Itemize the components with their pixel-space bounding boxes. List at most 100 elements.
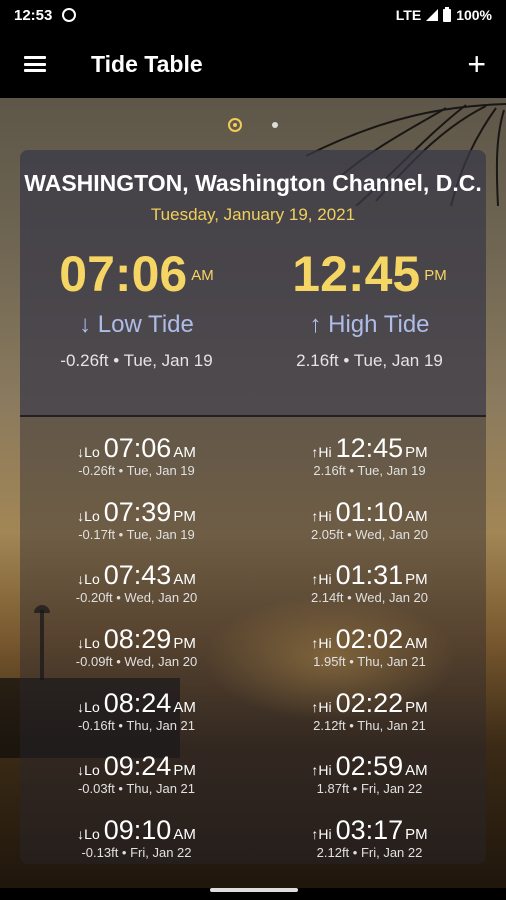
high-tide-entry: ↑Hi 02:02 AM 1.95ft • Thu, Jan 21 bbox=[253, 624, 486, 688]
low-tide-time-display: 07:06 AM bbox=[20, 247, 253, 301]
page-indicator bbox=[0, 118, 506, 132]
tide-ampm: PM bbox=[405, 698, 428, 716]
tide-row: ↓Lo 07:43 AM -0.20ft • Wed, Jan 20 ↑Hi 01:3… bbox=[20, 560, 486, 624]
tide-time: 08:24 bbox=[103, 687, 172, 718]
low-tide-detail: -0.26ft • Tue, Jan 19 bbox=[60, 351, 213, 370]
status-indicators: LTE 100% bbox=[395, 6, 492, 23]
low-tide-entry: ↓Lo 07:06 AM -0.26ft • Tue, Jan 19 bbox=[20, 433, 253, 497]
tide-ampm: AM bbox=[173, 444, 196, 461]
tide-detail: 2.05ft • Wed, Jan 20 bbox=[310, 526, 429, 542]
high-tide-entry: ↑Hi 01:10 AM 2.05ft • Wed, Jan 20 bbox=[253, 497, 486, 561]
tide-time: 02:02 bbox=[335, 624, 404, 655]
card-header: WASHINGTON, Washington Channel, D.C. Tue… bbox=[20, 150, 486, 417]
tide-ampm: AM bbox=[173, 698, 196, 716]
tide-row: ↓Lo 07:06 AM -0.26ft • Tue, Jan 19 ↑Hi 12:4… bbox=[20, 433, 486, 497]
tide-kind: ↑Hi bbox=[311, 571, 332, 588]
high-tide-detail: 2.16ft • Tue, Jan 19 bbox=[296, 351, 443, 370]
network-label: LTE bbox=[395, 7, 422, 23]
tide-time: 03:17 bbox=[335, 815, 404, 846]
tide-ampm: AM bbox=[173, 826, 196, 844]
high-tide-entry: ↑Hi 02:59 AM 1.87ft • Fri, Jan 22 bbox=[253, 751, 486, 815]
tide-kind: ↓Lo bbox=[77, 826, 100, 843]
sync-icon bbox=[62, 8, 77, 22]
tide-row: ↓Lo 08:29 PM -0.09ft • Wed, Jan 20 ↑Hi 02:0… bbox=[20, 624, 486, 688]
tide-kind: ↓Lo bbox=[77, 762, 100, 779]
tide-kind: ↑Hi bbox=[311, 635, 332, 652]
high-tide-label: ↑ High Tide bbox=[309, 311, 430, 338]
tide-kind: ↓Lo bbox=[77, 507, 100, 524]
tide-time: 01:31 bbox=[335, 560, 404, 591]
tide-time: 01:10 bbox=[335, 496, 404, 527]
tide-ampm: PM bbox=[405, 444, 428, 461]
tide-detail: 2.12ft • Fri, Jan 22 bbox=[316, 845, 423, 861]
tide-time: 12:45 bbox=[335, 433, 404, 463]
tide-time: 07:39 bbox=[103, 496, 172, 527]
tide-detail: -0.03ft • Thu, Jan 21 bbox=[77, 781, 196, 797]
tide-ampm: PM bbox=[405, 571, 428, 589]
page-dot[interactable] bbox=[272, 122, 278, 128]
current-tides: 07:06 AM ↓ Low Tide -0.26ft • Tue, Jan 19… bbox=[20, 247, 486, 371]
tide-time: 02:59 bbox=[335, 751, 404, 782]
signal-icon bbox=[426, 9, 439, 21]
tide-ampm: AM bbox=[173, 571, 196, 589]
current-date: Tuesday, January 19, 2021 bbox=[150, 205, 356, 224]
status-bar: 12:53 LTE 100% bbox=[0, 0, 506, 30]
tide-kind: ↑Hi bbox=[311, 444, 332, 460]
app-title: Tide Table bbox=[91, 50, 203, 77]
tide-detail: 1.87ft • Fri, Jan 22 bbox=[316, 781, 423, 797]
tide-kind: ↓Lo bbox=[77, 444, 100, 460]
tide-row: ↓Lo 07:39 PM -0.17ft • Tue, Jan 19 ↑Hi 01:1… bbox=[20, 497, 486, 561]
current-low-tide: 07:06 AM ↓ Low Tide -0.26ft • Tue, Jan 19 bbox=[20, 247, 253, 371]
tide-kind: ↑Hi bbox=[311, 507, 332, 524]
tide-kind: ↓Lo bbox=[77, 635, 100, 652]
tide-row: ↓Lo 08:24 AM -0.16ft • Thu, Jan 21 ↑Hi 02:2… bbox=[20, 688, 486, 752]
add-icon[interactable]: + bbox=[467, 48, 486, 80]
tide-ampm: AM bbox=[405, 635, 428, 653]
location-icon[interactable] bbox=[228, 118, 242, 132]
tide-ampm: PM bbox=[173, 762, 196, 780]
tide-time: 07:06 bbox=[103, 433, 172, 463]
tide-detail: 2.16ft • Tue, Jan 19 bbox=[313, 463, 426, 478]
tide-kind: ↑Hi bbox=[311, 826, 332, 843]
tide-detail: -0.16ft • Thu, Jan 21 bbox=[77, 717, 196, 733]
app-bar: Tide Table + bbox=[0, 30, 506, 98]
battery-level: 100% bbox=[456, 7, 492, 23]
high-tide-entry: ↑Hi 02:22 PM 2.12ft • Thu, Jan 21 bbox=[253, 688, 486, 752]
menu-icon[interactable] bbox=[24, 56, 46, 72]
high-tide-entry: ↑Hi 12:45 PM 2.16ft • Tue, Jan 19 bbox=[253, 433, 486, 497]
tide-kind: ↓Lo bbox=[77, 698, 100, 715]
low-tide-entry: ↓Lo 07:43 AM -0.20ft • Wed, Jan 20 bbox=[20, 560, 253, 624]
tide-detail: 2.12ft • Thu, Jan 21 bbox=[313, 717, 426, 733]
low-tide-entry: ↓Lo 07:39 PM -0.17ft • Tue, Jan 19 bbox=[20, 497, 253, 561]
battery-icon bbox=[443, 6, 452, 22]
tide-time: 07:43 bbox=[103, 560, 172, 591]
tide-detail: -0.26ft • Tue, Jan 19 bbox=[78, 463, 195, 478]
high-tide-ampm: PM bbox=[424, 267, 447, 284]
tide-time: 08:29 bbox=[103, 624, 172, 655]
tide-detail: -0.09ft • Wed, Jan 20 bbox=[75, 654, 198, 670]
high-tide-time: 12:45 bbox=[292, 246, 421, 302]
low-tide-entry: ↓Lo 09:24 PM -0.03ft • Thu, Jan 21 bbox=[20, 751, 253, 815]
tide-card: WASHINGTON, Washington Channel, D.C. Tue… bbox=[20, 150, 486, 864]
tide-ampm: PM bbox=[173, 635, 196, 653]
high-tide-entry: ↑Hi 03:17 PM 2.12ft • Fri, Jan 22 bbox=[253, 815, 486, 864]
tide-kind: ↓Lo bbox=[77, 571, 100, 588]
low-tide-entry: ↓Lo 09:10 AM -0.13ft • Fri, Jan 22 bbox=[20, 815, 253, 864]
tide-detail: -0.17ft • Tue, Jan 19 bbox=[78, 526, 195, 542]
tide-ampm: AM bbox=[405, 507, 428, 525]
tide-kind: ↑Hi bbox=[311, 698, 332, 715]
status-time: 12:53 bbox=[14, 6, 53, 24]
home-handle[interactable] bbox=[210, 888, 298, 892]
low-tide-label: ↓ Low Tide bbox=[79, 311, 194, 338]
tide-ampm: PM bbox=[405, 826, 428, 844]
station-name: WASHINGTON, Washington Channel, D.C. bbox=[24, 170, 482, 196]
high-tide-time-display: 12:45 PM bbox=[253, 247, 486, 301]
low-tide-entry: ↓Lo 08:24 AM -0.16ft • Thu, Jan 21 bbox=[20, 688, 253, 752]
tide-list: ↓Lo 07:06 AM -0.26ft • Tue, Jan 19 ↑Hi 12:4… bbox=[20, 417, 486, 864]
tide-detail: -0.20ft • Wed, Jan 20 bbox=[75, 590, 198, 606]
tide-kind: ↑Hi bbox=[311, 762, 332, 779]
low-tide-time: 07:06 bbox=[59, 246, 188, 302]
tide-ampm: AM bbox=[405, 762, 428, 780]
tide-time: 02:22 bbox=[335, 687, 404, 718]
tide-detail: 2.14ft • Wed, Jan 20 bbox=[310, 590, 429, 606]
